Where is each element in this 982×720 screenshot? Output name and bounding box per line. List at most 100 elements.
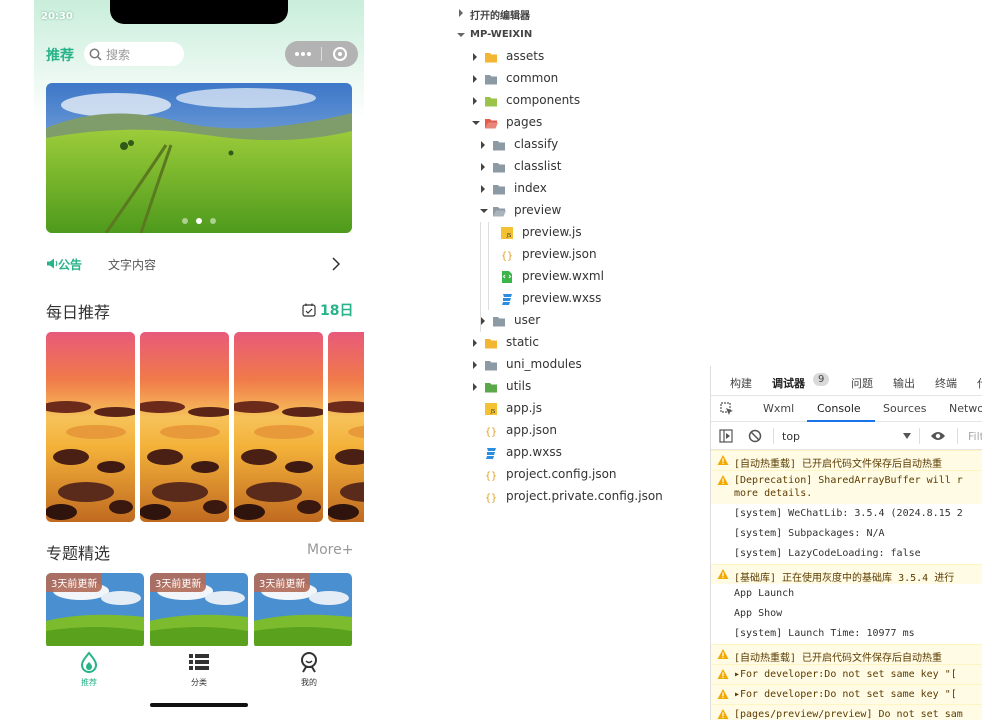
tab-overflow[interactable]: 代: [977, 375, 982, 391]
notice-bar[interactable]: 公告 文字内容: [46, 252, 352, 276]
tab-console[interactable]: Console: [817, 402, 861, 415]
folder-icon: [493, 141, 505, 151]
tab-output[interactable]: 输出: [893, 375, 915, 391]
daily-wallpaper-card[interactable]: [234, 332, 323, 522]
tab-debugger[interactable]: 调试器: [772, 375, 805, 391]
tree-item-classify[interactable]: classify: [450, 134, 710, 156]
tree-item-index[interactable]: index: [450, 178, 710, 200]
tree-item-app-wxss[interactable]: app.wxss: [450, 442, 710, 464]
tree-item-preview-js[interactable]: JS preview.js: [450, 222, 710, 244]
tree-item-uni-modules[interactable]: uni_modules: [450, 354, 710, 376]
tree-item-label: preview.json: [522, 247, 597, 261]
topic-updated-tag: 3天前更新: [150, 573, 207, 592]
daily-date: 18日: [302, 300, 353, 320]
tab-sources[interactable]: Sources: [883, 402, 927, 415]
context-select[interactable]: top: [782, 430, 800, 443]
page-title: 推荐: [46, 48, 74, 64]
notice-text: 文字内容: [108, 258, 157, 272]
tree-item-components[interactable]: components: [450, 90, 710, 112]
open-editors-label: 打开的编辑器: [470, 11, 530, 22]
more-menu-icon[interactable]: [295, 52, 313, 56]
filter-input[interactable]: Filt: [968, 430, 982, 443]
tree-item-label: components: [506, 93, 581, 107]
daily-section-title: 每日推荐: [46, 303, 111, 322]
toolbar-divider: [957, 428, 958, 444]
clear-console-icon[interactable]: [748, 429, 762, 443]
console-log-warn: [自动热重载] 已开启代码文件保存后自动热重: [711, 644, 982, 664]
tree-item-project-config-json[interactable]: {} project.config.json: [450, 464, 710, 486]
project-name: MP-WEIXIN: [470, 29, 533, 40]
daily-wallpaper-card[interactable]: [140, 332, 229, 522]
folder-icon: [485, 75, 497, 85]
daily-wallpaper-card[interactable]: [328, 332, 364, 522]
tab-network[interactable]: Netwo: [949, 402, 982, 415]
daily-date-value: 18日: [320, 303, 354, 319]
js-file-icon: JS: [501, 227, 513, 239]
mini-program-capsule[interactable]: [285, 41, 358, 67]
list-icon: [189, 654, 209, 670]
console-log-info: [system] Launch Time: 10977 ms: [711, 624, 982, 644]
log-message: [自动热重载] 已开启代码文件保存后自动热重: [734, 459, 943, 470]
json-file-icon: {}: [485, 471, 497, 482]
tree-item-assets[interactable]: assets: [450, 46, 710, 68]
json-file-icon: {}: [501, 251, 513, 262]
tree-item-project-private-config-json[interactable]: {} project.private.config.json: [450, 486, 710, 508]
tree-item-label: preview.wxml: [522, 269, 604, 283]
daily-wallpaper-card[interactable]: [46, 332, 135, 522]
tab-build[interactable]: 构建: [730, 375, 752, 391]
topic-card[interactable]: 3天前更新: [150, 573, 248, 648]
svg-text:JS: JS: [506, 233, 512, 239]
tree-item-common[interactable]: common: [450, 68, 710, 90]
log-message: [基础库] 正在使用灰度中的基础库 3.5.4 进行: [734, 573, 955, 584]
tree-item-preview-json[interactable]: {} preview.json: [450, 244, 710, 266]
sidebar-toggle-icon[interactable]: [719, 429, 733, 443]
banner-indicator-dot[interactable]: [210, 218, 216, 224]
close-mini-program-icon[interactable]: [333, 47, 347, 61]
live-expression-eye-icon[interactable]: [930, 430, 946, 442]
tree-item-label: pages: [506, 115, 543, 129]
tree-item-user[interactable]: user: [450, 310, 710, 332]
tab-recommend[interactable]: 推荐: [34, 646, 144, 706]
log-message: [pages/preview/preview] Do not set sam: [734, 709, 963, 720]
dropdown-arrow-icon[interactable]: [903, 433, 911, 439]
tree-item-preview-wxml[interactable]: preview.wxml: [450, 266, 710, 288]
topic-more-link[interactable]: More+: [307, 542, 353, 558]
log-message: App Show: [734, 608, 783, 619]
notice-label: 公告: [58, 258, 83, 272]
search-box[interactable]: 搜索: [84, 42, 184, 66]
search-icon: [89, 48, 102, 61]
folder-open-icon: [485, 119, 498, 129]
project-header[interactable]: MP-WEIXIN: [450, 24, 710, 46]
tab-classify[interactable]: 分类: [144, 646, 254, 706]
tab-mine[interactable]: 我的: [254, 646, 364, 706]
tree-item-pages[interactable]: pages: [450, 112, 710, 134]
topic-card[interactable]: 3天前更新: [46, 573, 144, 648]
tree-item-app-js[interactable]: JS app.js: [450, 398, 710, 420]
tree-item-app-json[interactable]: {} app.json: [450, 420, 710, 442]
tree-item-label: project.config.json: [506, 467, 617, 481]
tree-item-utils[interactable]: utils: [450, 376, 710, 398]
svg-text:JS: JS: [490, 409, 496, 415]
tab-wxml[interactable]: Wxml: [763, 402, 794, 415]
sunset-lake-image: [140, 332, 229, 522]
tree-item-classlist[interactable]: classlist: [450, 156, 710, 178]
tree-item-label: user: [514, 313, 541, 327]
open-editors-header[interactable]: 打开的编辑器: [450, 2, 710, 24]
inspect-element-icon[interactable]: [720, 402, 734, 416]
wxss-file-icon: [502, 294, 512, 305]
tree-item-preview-wxss[interactable]: preview.wxss: [450, 288, 710, 310]
tree-item-static[interactable]: static: [450, 332, 710, 354]
tree-item-label: classlist: [514, 159, 562, 173]
banner-swiper[interactable]: [46, 83, 352, 233]
log-message-continued: more details.: [734, 488, 813, 499]
banner-indicator-dot-active[interactable]: [196, 218, 202, 224]
tree-item-preview[interactable]: preview: [450, 200, 710, 222]
tab-terminal[interactable]: 终端: [935, 375, 957, 391]
tree-item-label: static: [506, 335, 539, 349]
chevron-right-icon[interactable]: [328, 256, 344, 272]
banner-indicator-dot[interactable]: [182, 218, 188, 224]
chevron-right-icon: [481, 163, 485, 171]
status-time: 20:30: [41, 11, 73, 22]
topic-card[interactable]: 3天前更新: [254, 573, 352, 648]
tab-problems[interactable]: 问题: [851, 375, 873, 391]
